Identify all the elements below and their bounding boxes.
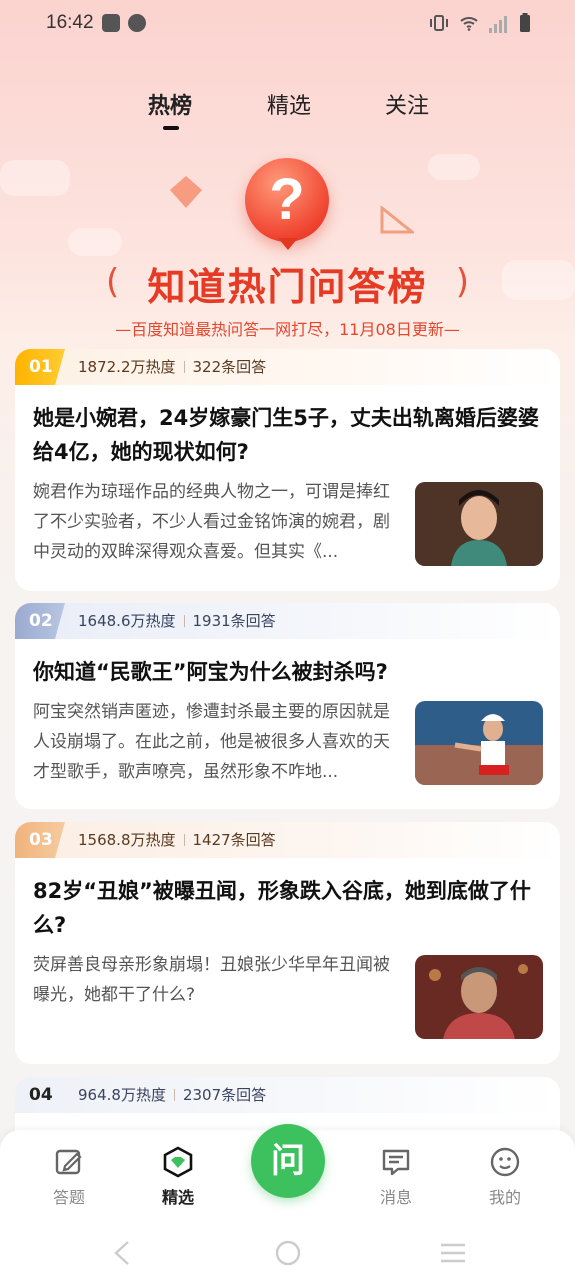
question-title[interactable]: 你知道“民歌王”阿宝为什么被封杀吗? — [33, 655, 543, 689]
hot-question-card[interactable]: 03 1568.8万热度 1427条回答 82岁“丑娘”被曝丑闻，形象跌入谷底，她… — [15, 822, 560, 1064]
hot-question-card[interactable]: 01 1872.2万热度 322条回答 她是小婉君，24岁嫁豪门生5子，丈夫出轨离… — [15, 349, 560, 591]
triangle-ruler-icon — [380, 206, 414, 234]
vibrate-icon — [430, 15, 448, 31]
ask-question-button[interactable]: 问 — [251, 1124, 325, 1198]
answer-excerpt: 荧屏善良母亲形象崩塌！丑娘张少华早年丑闻被曝光，她都干了什么? — [33, 955, 390, 1005]
question-thumbnail[interactable] — [415, 701, 543, 785]
question-mark-icon: ? — [245, 158, 329, 242]
recents-icon[interactable] — [439, 1242, 467, 1264]
card-meta: 1872.2万热度 322条回答 — [78, 349, 266, 385]
question-title[interactable]: 她是小婉君，24岁嫁豪门生5子，丈夫出轨离婚后婆婆给4亿，她的现状如何? — [33, 401, 543, 469]
answer-count: 2307条回答 — [182, 1086, 267, 1104]
nav-messages[interactable]: 消息 — [356, 1146, 436, 1208]
decor-bubble — [428, 154, 480, 180]
wifi-icon — [460, 17, 478, 31]
card-header: 01 1872.2万热度 322条回答 — [15, 349, 560, 385]
answer-excerpt: 婉君作为琼瑶作品的经典人物之一，可谓是捧红了不少实验者，不少人看过金铭饰演的婉君… — [33, 482, 390, 562]
featured-icon — [163, 1146, 193, 1178]
status-time: 16:42 — [46, 12, 94, 33]
system-nav-bar — [0, 1238, 575, 1268]
answer-count: 1931条回答 — [192, 612, 276, 630]
heat-count: 1568.8万热度 — [78, 831, 176, 849]
hot-question-card[interactable]: 02 1648.6万热度 1931条回答 你知道“民歌王”阿宝为什么被封杀吗? 阿… — [15, 603, 560, 809]
answer-count: 1427条回答 — [192, 831, 276, 849]
hot-qa-banner: ? ( 知道热门问答榜 ) —百度知道最热问答一网打尽，11月08日更新— — [0, 140, 575, 345]
decor-bubble — [0, 160, 70, 196]
question-bubble-tail — [278, 238, 298, 250]
nav-label: 消息 — [379, 1188, 412, 1207]
edit-icon — [55, 1149, 82, 1175]
rank-badge: 01 — [15, 349, 65, 385]
status-bar: 16:42 — [0, 0, 575, 48]
card-meta: 964.8万热度 2307条回答 — [78, 1077, 266, 1113]
answer-count: 322条回答 — [192, 358, 267, 376]
bottom-nav: 答题 精选 问 消息 我的 — [0, 1124, 575, 1280]
nav-answer[interactable]: 答题 — [29, 1146, 109, 1208]
banner-title: 知道热门问答榜 — [147, 265, 428, 309]
card-header: 02 1648.6万热度 1931条回答 — [15, 603, 560, 639]
profile-icon — [490, 1147, 520, 1177]
nav-profile[interactable]: 我的 — [465, 1146, 545, 1208]
card-header: 03 1568.8万热度 1427条回答 — [15, 822, 560, 858]
card-header: 04 964.8万热度 2307条回答 — [15, 1077, 560, 1113]
banner-subtitle: —百度知道最热问答一网打尽，11月08日更新— — [115, 320, 460, 339]
tab-hot[interactable]: 热榜 — [148, 88, 192, 120]
nav-featured[interactable]: 精选 — [138, 1146, 218, 1208]
back-icon[interactable] — [112, 1240, 132, 1266]
tab-featured[interactable]: 精选 — [267, 88, 311, 120]
tab-following[interactable]: 关注 — [385, 88, 429, 120]
laurel-right-icon: ) — [455, 262, 469, 302]
rank-badge: 03 — [15, 822, 65, 858]
battery-icon — [520, 13, 530, 32]
heat-count: 964.8万热度 — [78, 1086, 166, 1104]
card-meta: 1648.6万热度 1931条回答 — [78, 603, 276, 639]
question-thumbnail[interactable] — [415, 955, 543, 1039]
heat-count: 1648.6万热度 — [78, 612, 176, 630]
question-title[interactable]: 82岁“丑娘”被曝丑闻，形象跌入谷底，她到底做了什么? — [33, 874, 543, 942]
rank-badge: 02 — [15, 603, 65, 639]
question-thumbnail[interactable] — [415, 482, 543, 566]
heat-count: 1872.2万热度 — [78, 358, 176, 376]
gem-icon — [170, 176, 202, 208]
card-meta: 1568.8万热度 1427条回答 — [78, 822, 276, 858]
rank-badge: 04 — [29, 1085, 53, 1105]
status-indicators — [429, 13, 531, 33]
check-notification-icon — [128, 14, 146, 32]
message-icon — [382, 1149, 410, 1176]
nav-label: 精选 — [161, 1188, 194, 1207]
cell-signal-icon — [489, 14, 509, 33]
mail-notification-icon — [102, 14, 120, 32]
decor-bubble — [68, 228, 122, 256]
home-icon[interactable] — [275, 1240, 301, 1266]
nav-label: 答题 — [52, 1188, 85, 1207]
top-tabs: 热榜 精选 关注 — [0, 88, 575, 132]
answer-excerpt: 阿宝突然销声匿迹，惨遭封杀最主要的原因就是人设崩塌了。在此之前，他是被很多人喜欢… — [33, 702, 390, 782]
nav-label: 我的 — [488, 1188, 521, 1207]
tab-active-indicator — [163, 126, 179, 130]
